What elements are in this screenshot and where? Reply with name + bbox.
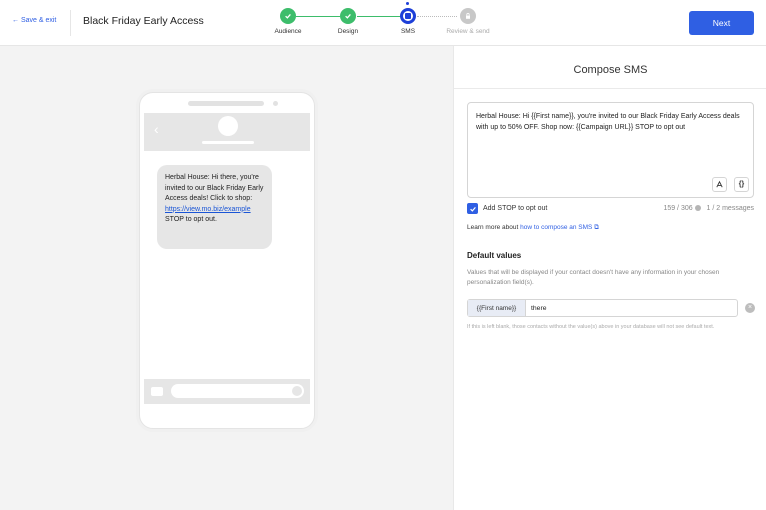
character-count: 159 / 306 [663,205,693,212]
sms-step-icon [400,8,416,24]
step-label: SMS [400,28,416,35]
default-value-note: If this is left blank, those contacts wi… [467,324,715,330]
stop-label: Add STOP to opt out [483,205,548,212]
top-bar: ← Save & exit Black Friday Early Access … [0,0,766,46]
campaign-title: Black Friday Early Access [83,15,204,27]
sms-text[interactable]: Herbal House: Hi {{First name}}, you're … [476,111,746,133]
compose-divider [454,88,766,89]
phone-speaker [188,101,264,106]
lock-icon [460,8,476,24]
message-bubble: Herbal House: Hi there, you're invited t… [157,165,272,249]
avatar [218,116,238,136]
message-text: Herbal House: Hi there, you're invited t… [165,174,264,202]
stop-checkbox[interactable] [467,203,478,214]
phone-camera [273,101,278,106]
info-icon[interactable] [694,205,701,212]
stop-row: Add STOP to opt out 159 / 306 1 / 2 mess… [467,203,754,215]
phone-header: ‹ [144,113,310,151]
step-sms[interactable]: SMS [383,8,433,35]
step-label: Review & send [446,28,490,35]
message-counter: 159 / 306 1 / 2 messages [663,205,754,212]
compose-panel: Compose SMS Herbal House: Hi {{First nam… [453,46,766,510]
check-icon [340,8,356,24]
step-label: Audience [274,28,302,35]
current-step-indicator [406,2,409,5]
step-audience[interactable]: Audience [263,8,313,35]
external-link-icon: ⧉ [594,224,599,231]
default-value-field: {{First name}} [467,299,738,317]
ai-assist-icon[interactable] [712,177,727,192]
learn-more: Learn more about how to compose an SMS ⧉ [467,224,599,232]
check-icon [280,8,296,24]
sms-preview-pane: ‹ Herbal House: Hi there, you're invited… [0,46,453,510]
phone-message-input [171,384,304,398]
step-review-send: Review & send [443,8,493,35]
chevron-left-icon: ‹ [154,121,159,137]
phone-input-bar [144,379,310,404]
step-label: Design [337,28,359,35]
message-text-end: STOP to opt out. [165,216,217,223]
header-divider [70,10,71,36]
send-icon [292,386,302,396]
sms-textarea[interactable]: Herbal House: Hi {{First name}}, you're … [467,102,754,198]
compose-title: Compose SMS [573,64,648,76]
message-count: 1 / 2 messages [706,205,754,212]
step-design[interactable]: Design [323,8,373,35]
contact-name-placeholder [202,141,254,144]
phone-mockup: ‹ Herbal House: Hi there, you're invited… [139,92,315,429]
save-exit-link[interactable]: ← Save & exit [12,17,56,24]
learn-more-text: Learn more about [467,224,521,231]
default-values-title: Default values [467,251,522,260]
clear-icon[interactable]: × [745,303,755,313]
compose-sms-help-link[interactable]: how to compose an SMS [520,224,592,231]
message-link[interactable]: https://view.mo.biz/example [165,206,251,213]
camera-icon [151,387,163,396]
next-button[interactable]: Next [689,11,754,35]
default-value-input[interactable] [531,302,731,314]
default-values-description: Values that will be displayed if your co… [467,269,720,286]
personalization-icon[interactable]: {} [734,177,749,192]
field-tag: {{First name}} [468,300,526,316]
